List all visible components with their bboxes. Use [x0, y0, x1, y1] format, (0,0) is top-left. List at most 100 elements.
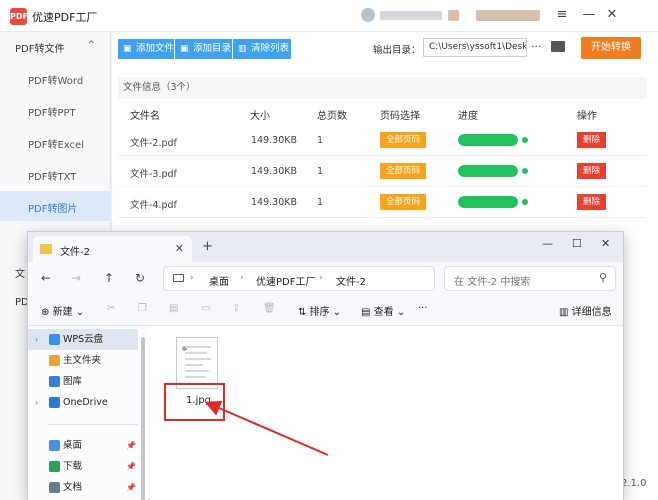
menu-icon[interactable]: ≡ [551, 5, 573, 25]
up-arrow-icon[interactable]: ↑ [104, 271, 114, 285]
breadcrumb-app-folder[interactable]: 优速PDF工厂 [256, 273, 315, 288]
documents-icon [49, 482, 60, 493]
file-size: 149.30KB [251, 197, 297, 208]
start-conversion-button[interactable]: 开始转换 [581, 37, 641, 59]
download-icon [49, 461, 60, 472]
progress-fill [458, 165, 518, 177]
view-button[interactable]: ▤ 查看 ⌄ [361, 303, 405, 318]
explorer-close-button[interactable]: ✕ [601, 237, 610, 250]
delete-button[interactable]: 删除 [577, 194, 606, 210]
copy-icon[interactable]: ❐ [138, 303, 147, 314]
delete-button[interactable]: 删除 [577, 132, 606, 148]
explorer-minimize-button[interactable]: — [542, 237, 553, 250]
title-bar: PDF 优速PDF工厂 ≡ — ✕ [0, 0, 658, 32]
sidebar-item-pdf-to-txt[interactable]: PDF转TXT [0, 159, 111, 189]
more-options-icon[interactable]: ··· [531, 40, 542, 53]
output-path-field[interactable]: C:\Users\yssoft1\Deskt [423, 38, 527, 57]
close-button[interactable]: ✕ [601, 5, 623, 25]
sort-button[interactable]: ⇅ 排序 ⌄ [298, 303, 341, 318]
nav-divider [48, 424, 138, 425]
breadcrumb-separator: › [190, 273, 194, 283]
sidebar-item-label: PDF转Word [28, 76, 84, 87]
page-count: 1 [317, 197, 324, 208]
more-icon[interactable]: ··· [418, 303, 428, 314]
app-title: 优速PDF工厂 [32, 11, 98, 24]
explorer-navigation-bar: ← → ↑ ↻ › 桌面 › 优速PDF工厂 › 文件-2 在 文件-2 中搜索… [28, 262, 623, 296]
pin-icon: 📌 [126, 483, 136, 492]
add-directory-button[interactable]: ▣ 添加目录 [175, 39, 232, 59]
delete-icon[interactable]: 🗑 [263, 303, 276, 314]
refresh-icon[interactable]: ↻ [135, 271, 145, 285]
nav-item-desktop[interactable]: 桌面 📌 [28, 435, 138, 456]
file-name: 文件-4.pdf [130, 200, 177, 211]
back-arrow-icon[interactable]: ← [41, 271, 51, 285]
delete-button[interactable]: 删除 [577, 163, 606, 179]
page-select-button[interactable]: 全部页码 [380, 132, 426, 148]
close-tab-icon[interactable]: ✕ [175, 242, 184, 255]
column-header-size: 大小 [250, 111, 270, 122]
forward-arrow-icon[interactable]: → [71, 271, 81, 285]
folder-icon: ▣ [180, 44, 189, 54]
clear-list-label: 清除列表 [251, 43, 290, 54]
page-select-button[interactable]: 全部页码 [380, 163, 426, 179]
share-icon[interactable]: ⇪ [232, 303, 240, 314]
file-size: 149.30KB [251, 135, 297, 146]
column-header-filename: 文件名 [130, 111, 160, 122]
add-file-button[interactable]: ▣ 添加文件 [118, 39, 174, 59]
nav-item-downloads[interactable]: 下载 📌 [28, 456, 138, 477]
nav-pane-scrollbar[interactable] [141, 337, 145, 500]
sidebar-group-pdf-to-file[interactable]: PDF转文件 ^ [0, 32, 111, 62]
chevron-up-icon: ^ [87, 40, 95, 50]
sidebar-item-pdf-to-excel[interactable]: PDF转Excel [0, 127, 111, 157]
table-row: 文件-2.pdf 149.30KB 1 全部页码 删除 [118, 126, 646, 156]
cut-icon[interactable]: ✂ [107, 303, 115, 314]
user-avatar[interactable] [361, 8, 375, 22]
expand-arrow-icon[interactable]: › [35, 392, 38, 413]
sidebar-item-pdf-to-word[interactable]: PDF转Word [0, 63, 111, 93]
view-label: 查看 [373, 307, 394, 318]
nav-item-label: OneDrive [63, 397, 108, 408]
minimize-button[interactable]: — [578, 5, 600, 25]
clear-list-button[interactable]: ▥ 清除列表 [233, 39, 291, 59]
table-row: 文件-4.pdf 149.30KB 1 全部页码 删除 [118, 188, 646, 218]
nav-item-label: 主文件夹 [63, 355, 102, 366]
search-icon: ⚲ [598, 271, 607, 284]
explorer-search-input[interactable]: 在 文件-2 中搜索 ⚲ [444, 266, 616, 291]
open-folder-icon[interactable] [551, 41, 565, 52]
complete-indicator-icon [522, 168, 528, 174]
folder-icon [40, 244, 52, 254]
nav-item-home[interactable]: 主文件夹 [28, 350, 138, 371]
sidebar-item-partial[interactable]: 文 [15, 265, 25, 280]
nav-item-label: WPS云盘 [63, 334, 104, 345]
nav-item-documents[interactable]: 文档 📌 [28, 477, 138, 498]
page-select-button[interactable]: 全部页码 [380, 194, 426, 210]
breadcrumb-current-folder[interactable]: 文件-2 [336, 273, 366, 288]
rename-icon[interactable]: ▭ [201, 303, 210, 314]
sort-label: 排序 [309, 307, 330, 318]
new-button[interactable]: ⊕ 新建 ⌄ [41, 303, 84, 318]
breadcrumb-desktop[interactable]: 桌面 [209, 273, 229, 288]
explorer-tab[interactable]: 文件-2 ✕ [33, 236, 192, 262]
sidebar-item-pdf-to-ppt[interactable]: PDF转PPT [0, 95, 111, 125]
breadcrumb-separator: › [240, 273, 244, 283]
complete-indicator-icon [522, 199, 528, 205]
sidebar-group-label: PDF转文件 [15, 44, 65, 55]
vip-badge-blurred [448, 10, 459, 21]
output-dir-label: 输出目录： [373, 45, 421, 56]
sidebar-item-label: PDF转图片 [28, 204, 78, 215]
expand-arrow-icon[interactable]: › [35, 329, 38, 350]
details-button[interactable]: ▥ 详细信息 [559, 303, 612, 318]
gallery-icon [49, 376, 60, 387]
nav-item-wps-cloud[interactable]: › WPS云盘 [28, 329, 138, 350]
address-bar[interactable]: › 桌面 › 优速PDF工厂 › 文件-2 [163, 266, 435, 291]
nav-item-gallery[interactable]: 图库 [28, 371, 138, 392]
paste-icon[interactable]: ▤ [169, 303, 178, 314]
sidebar-item-pdf-to-image[interactable]: PDF转图片 [0, 191, 111, 221]
explorer-maximize-button[interactable]: ☐ [572, 237, 582, 250]
new-tab-icon[interactable]: + [202, 239, 213, 254]
page-count: 1 [317, 135, 324, 146]
breadcrumb-separator: › [319, 273, 323, 283]
progress-bar [458, 196, 518, 208]
new-label: 新建 [52, 307, 73, 318]
nav-item-onedrive[interactable]: › OneDrive [28, 392, 138, 413]
